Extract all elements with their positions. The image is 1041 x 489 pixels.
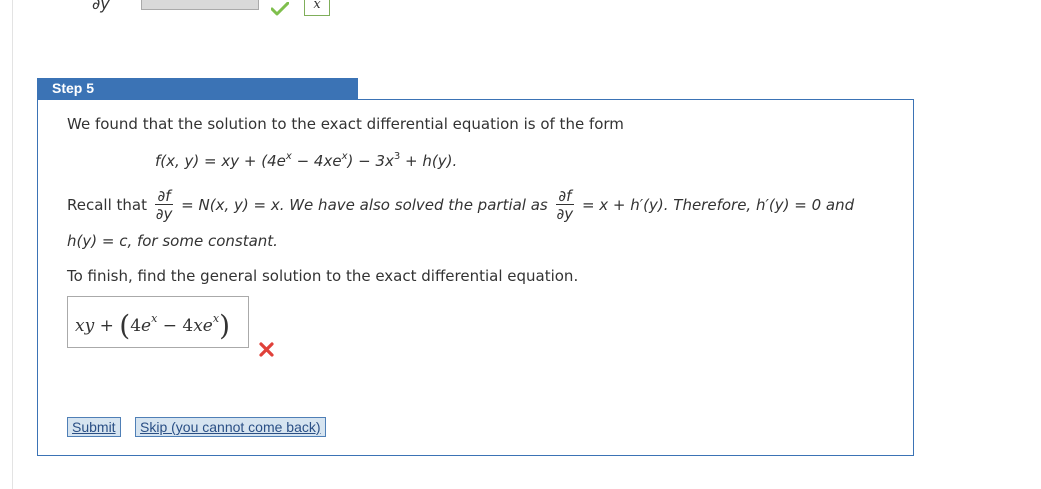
recall-text-line2: h(y) = c, for some constant. — [67, 232, 278, 250]
math-palette-x-button[interactable]: x — [304, 0, 330, 16]
left-border-line — [12, 0, 13, 489]
skip-button[interactable]: Skip (you cannot come back) — [135, 417, 326, 437]
previous-partial-dy: ∂y — [92, 0, 110, 13]
wrong-x-icon — [259, 342, 274, 357]
solution-form-formula: f(x, y) = xy + (4ex − 4xex) − 3x3 + h(y)… — [155, 151, 458, 171]
answer-expression: xy + (4ex − 4xex) — [75, 309, 230, 342]
partial-f-over-y-fraction: ∂f ∂y — [154, 187, 174, 223]
check-icon — [271, 2, 289, 16]
step-title: Step 5 — [37, 78, 358, 99]
answer-input[interactable]: xy + (4ex − 4xex) — [67, 296, 249, 348]
instruction-text: To finish, find the general solution to … — [67, 267, 579, 285]
recall-text: Recall that ∂f ∂y = N(x, y) = x. We have … — [67, 187, 855, 223]
previous-answer-input — [141, 0, 259, 10]
intro-text: We found that the solution to the exact … — [67, 115, 624, 133]
partial-f-over-y-fraction-2: ∂f ∂y — [555, 187, 575, 223]
submit-button[interactable]: Submit — [67, 417, 121, 437]
